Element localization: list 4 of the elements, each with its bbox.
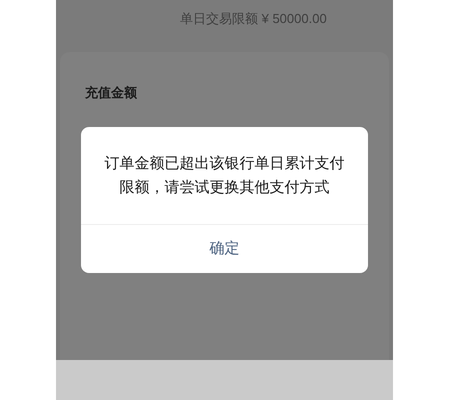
recharge-amount-label: 充值金额 — [85, 85, 137, 100]
dialog-message: 订单金额已超出该银行单日累计支付限额，请尝试更换其他支付方式 — [104, 154, 346, 198]
daily-limit-text: 单日交易限额 ¥ 50000.00 — [180, 11, 327, 26]
confirm-button[interactable]: 确定 — [81, 225, 368, 273]
